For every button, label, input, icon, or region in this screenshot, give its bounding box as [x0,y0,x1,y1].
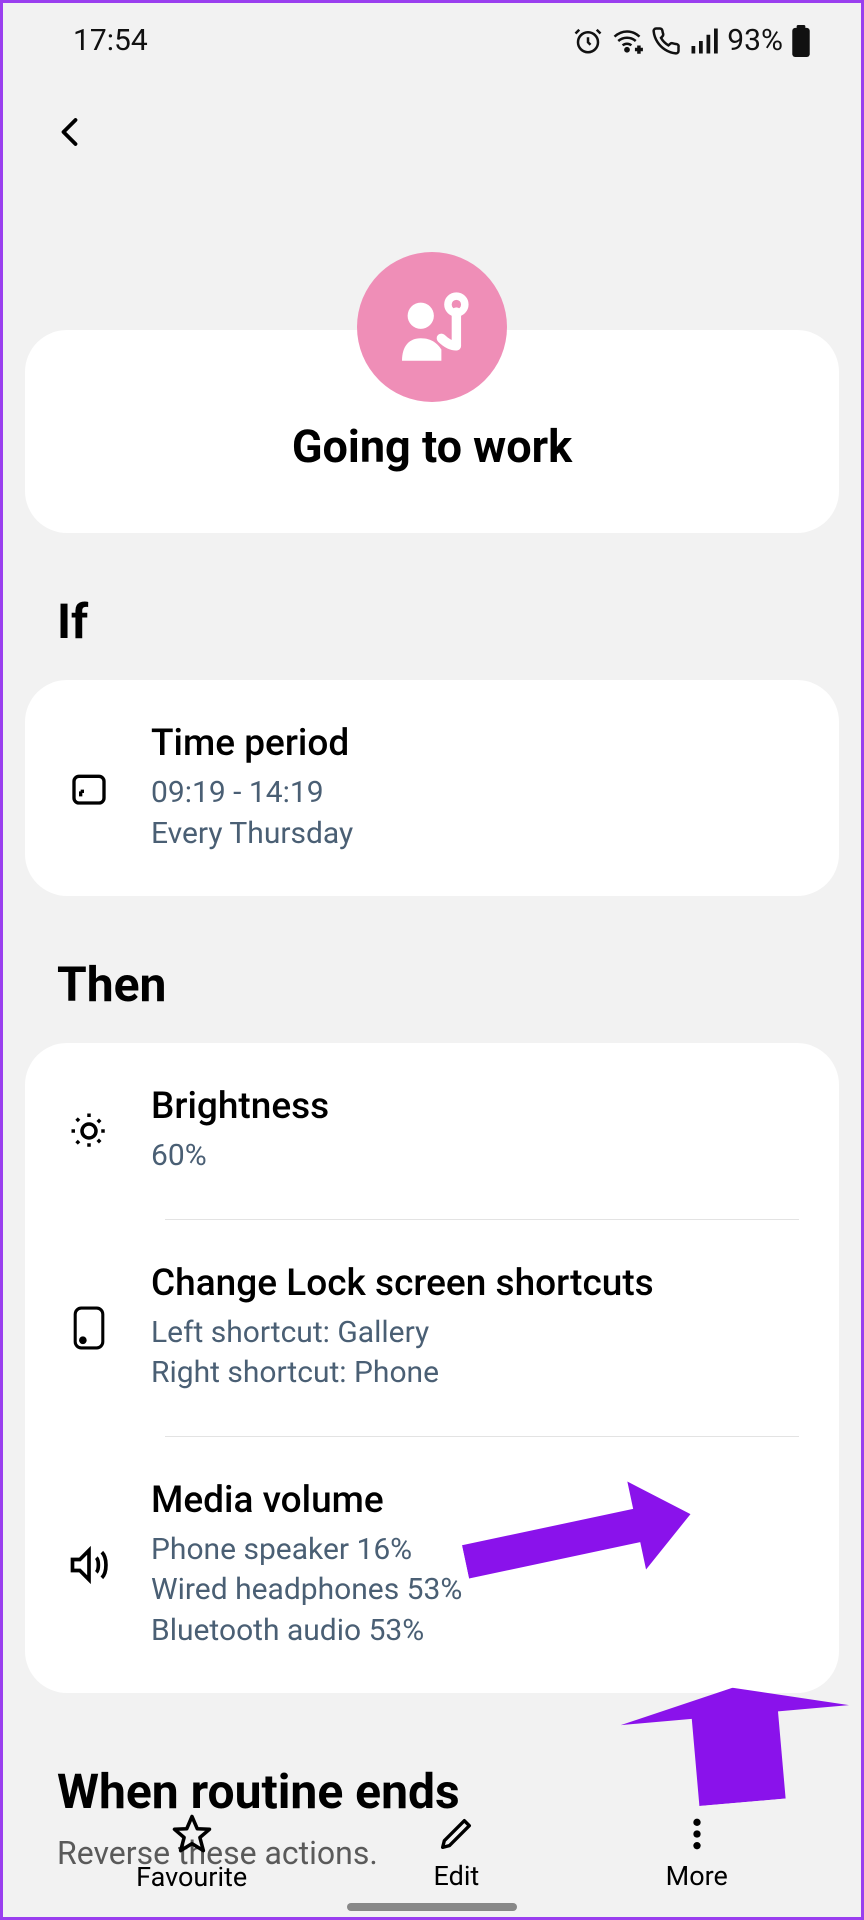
status-bar: 17:54 + 93% [3,3,861,68]
then-card: Brightness 60% Change Lock screen shortc… [25,1043,839,1693]
if-row-time-period[interactable]: Time period 09:19 - 14:19 Every Thursday [25,680,839,896]
then-heading: Then [57,956,861,1013]
calendar-icon [69,768,109,808]
phone-screen-icon [70,1305,108,1351]
row-title: Change Lock screen shortcuts [151,1262,654,1305]
bottom-label: More [666,1860,728,1892]
routine-icon[interactable] [357,252,507,402]
edit-button[interactable]: Edit [434,1814,480,1892]
then-row-brightness[interactable]: Brightness 60% [25,1043,839,1219]
volume-icon [67,1543,111,1587]
row-title: Media volume [151,1479,462,1522]
routine-header-card: Going to work [25,330,839,533]
signal-icon [689,26,719,56]
annotation-arrow-2 [593,1676,864,1815]
routine-title: Going to work [55,420,809,473]
pencil-icon [436,1814,476,1854]
bottom-label: Favourite [136,1861,247,1893]
more-button[interactable]: More [666,1814,728,1892]
bottom-bar: Favourite Edit More [3,1803,861,1893]
more-vertical-icon [677,1814,717,1854]
row-sub: Phone speaker 16% Wired headphones 53% B… [151,1530,462,1652]
row-sub: Left shortcut: Gallery Right shortcut: P… [151,1313,654,1394]
then-row-lock-shortcuts[interactable]: Change Lock screen shortcuts Left shortc… [25,1220,839,1436]
brightness-icon [68,1110,110,1152]
call-icon [651,26,681,56]
favourite-button[interactable]: Favourite [136,1813,247,1893]
back-button[interactable] [3,68,861,160]
battery-icon [791,25,811,57]
if-card: Time period 09:19 - 14:19 Every Thursday [25,680,839,896]
wifi-icon: + [611,26,643,56]
nav-handle[interactable] [347,1903,517,1911]
status-icons: + 93% [573,23,811,58]
svg-text:+: + [636,43,642,56]
row-title: Brightness [151,1085,329,1128]
alarm-icon [573,26,603,56]
battery-percent: 93% [727,23,783,58]
row-sub: 09:19 - 14:19 Every Thursday [151,773,353,854]
chevron-left-icon [53,108,89,156]
status-time: 17:54 [73,23,148,58]
commute-icon [387,282,477,372]
star-icon [171,1813,213,1855]
then-row-media-volume[interactable]: Media volume Phone speaker 16% Wired hea… [25,1437,839,1694]
bottom-label: Edit [434,1860,480,1892]
if-heading: If [57,593,861,650]
row-title: Time period [151,722,353,765]
row-sub: 60% [151,1136,329,1177]
